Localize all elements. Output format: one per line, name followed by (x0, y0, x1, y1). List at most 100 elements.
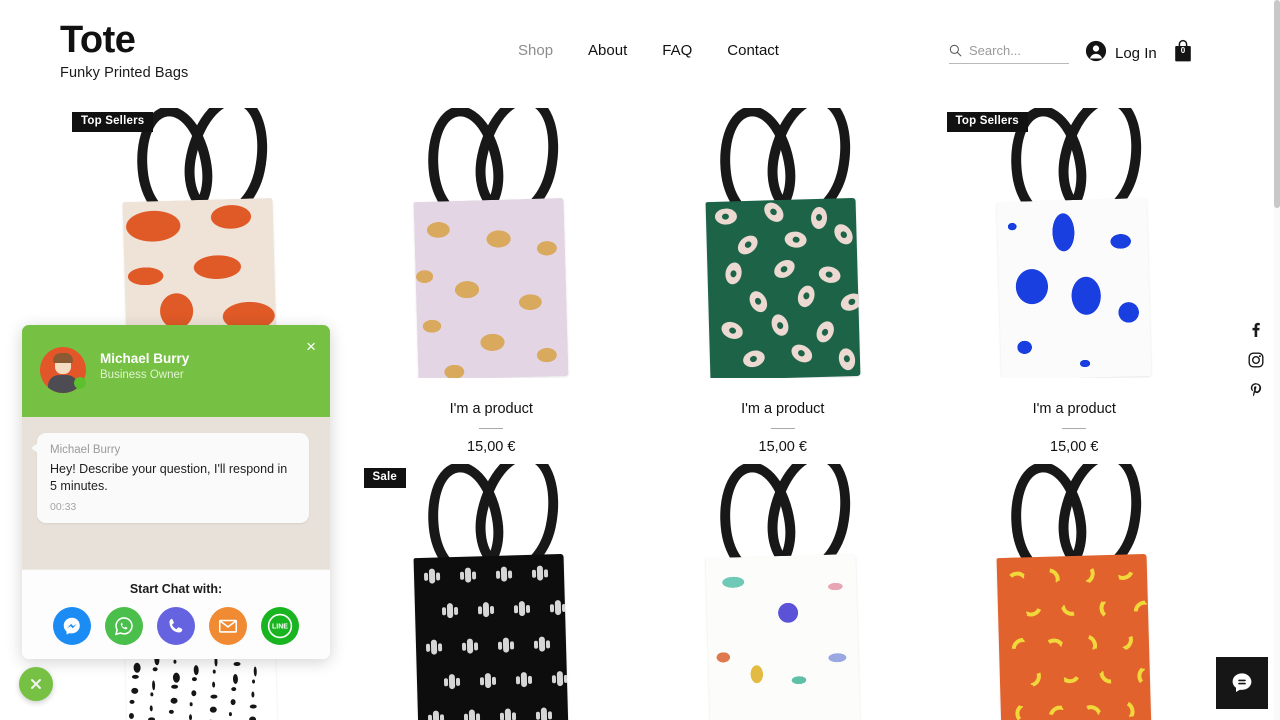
bag-motif (131, 675, 139, 680)
product-title[interactable]: I'm a product (637, 400, 929, 418)
online-status-dot (74, 377, 86, 389)
bag-motif (1117, 629, 1137, 655)
bag-motif (446, 603, 453, 619)
product-title[interactable]: I'm a product (929, 400, 1221, 418)
chat-message-list: Michael Burry Hey! Describe your questio… (22, 417, 330, 569)
bag-motif (1007, 633, 1031, 657)
product-info: I'm a product 15,00 € (637, 378, 929, 456)
chat-header: Michael Burry Business Owner × (22, 325, 330, 417)
bag-motif (1129, 596, 1152, 620)
bag-motif (733, 231, 762, 258)
bag-motif (520, 672, 527, 688)
bag-motif (169, 697, 177, 704)
bag-motif (249, 703, 257, 709)
site-header: Tote Funky Printed Bags Shop About FAQ C… (0, 0, 1280, 100)
search-input[interactable] (969, 43, 1047, 58)
product-image[interactable] (346, 108, 638, 378)
instagram-icon[interactable] (1248, 352, 1264, 368)
bag-motif (211, 681, 215, 689)
brand-name: Tote (60, 19, 136, 61)
nav-item-contact[interactable]: Contact (727, 41, 779, 60)
phone-channel-icon[interactable] (157, 607, 195, 645)
bag-motif (830, 221, 857, 249)
bag-motif (212, 669, 216, 674)
social-links (1248, 322, 1264, 398)
line-channel-icon[interactable]: LINE (261, 607, 299, 645)
brand-logo[interactable]: Tote Funky Printed Bags (60, 18, 188, 83)
whatsapp-channel-icon[interactable] (105, 607, 143, 645)
bag-body (705, 553, 861, 720)
bag-motif (760, 198, 788, 226)
cart-button[interactable]: 0 (1172, 39, 1194, 63)
bag-motif (541, 707, 548, 720)
bag-motif (1021, 601, 1046, 620)
pinterest-icon[interactable] (1248, 382, 1264, 398)
bag-motif (484, 673, 491, 689)
scrollbar-thumb[interactable] (1274, 0, 1280, 208)
nav-item-about[interactable]: About (588, 41, 627, 60)
bag-motif (233, 661, 241, 666)
bag-motif (433, 710, 440, 720)
product-info: I'm a product 15,00 € (929, 378, 1221, 456)
bag-motif (768, 312, 792, 339)
close-icon[interactable]: × (306, 338, 316, 355)
bag-motif (1080, 701, 1106, 720)
product-divider (479, 428, 504, 429)
bag-body (996, 553, 1152, 720)
bag-motif (170, 684, 178, 689)
bag-motif (837, 290, 861, 315)
messenger-channel-icon[interactable] (53, 607, 91, 645)
account-circle-icon (1085, 40, 1107, 67)
bag-body (996, 197, 1152, 378)
bag-body (413, 553, 569, 720)
cart-count: 0 (1180, 46, 1186, 55)
chat-agent-name: Michael Burry (100, 351, 190, 366)
product-card (929, 456, 1221, 720)
nav-item-shop[interactable]: Shop (518, 41, 553, 60)
tote-bag-graphic (413, 464, 571, 720)
facebook-icon[interactable] (1248, 322, 1264, 338)
bag-motif (190, 689, 196, 696)
bag-motif (173, 659, 177, 664)
product-image[interactable] (929, 464, 1221, 720)
login-button[interactable]: Log In (1085, 40, 1157, 67)
bag-motif (554, 600, 561, 616)
chat-dismiss-button[interactable] (19, 667, 53, 701)
bag-motif (448, 674, 455, 690)
bag-motif (152, 667, 158, 672)
scrollbar-track[interactable] (1274, 0, 1280, 720)
bag-motif (810, 206, 828, 229)
bag-motif (1081, 563, 1098, 588)
bag-motif (469, 709, 476, 720)
product-badge: Sale (363, 468, 406, 488)
bag-motif (252, 666, 257, 677)
product-image[interactable] (637, 108, 929, 378)
chat-launcher-button[interactable] (1216, 657, 1268, 709)
nav-item-faq[interactable]: FAQ (662, 41, 692, 60)
product-title[interactable]: I'm a product (346, 400, 638, 418)
search-box[interactable] (949, 38, 1069, 64)
tote-bag-graphic (705, 108, 862, 378)
product-price: 15,00 € (758, 439, 807, 455)
product-image[interactable] (929, 108, 1221, 378)
bag-motif (188, 714, 192, 720)
bag-motif (539, 636, 546, 652)
bag-motif (232, 674, 238, 685)
email-channel-icon[interactable] (209, 607, 247, 645)
product-image[interactable] (637, 464, 929, 720)
bag-motif (229, 699, 235, 706)
product-card (637, 456, 929, 720)
chat-message-text: Hey! Describe your question, I'll respon… (50, 462, 288, 493)
bag-motif (812, 318, 838, 345)
bag-motif (148, 705, 153, 712)
bag-motif (191, 677, 197, 682)
bag-motif (151, 680, 155, 691)
bag-motif (556, 671, 563, 687)
chat-message-time: 00:33 (50, 501, 77, 513)
tote-bag-graphic (996, 108, 1154, 378)
product-image[interactable] (346, 464, 638, 720)
bag-motif (465, 567, 472, 583)
bag-motif (1056, 599, 1082, 620)
bag-motif (132, 662, 140, 673)
chat-agent-role: Business Owner (100, 369, 184, 381)
